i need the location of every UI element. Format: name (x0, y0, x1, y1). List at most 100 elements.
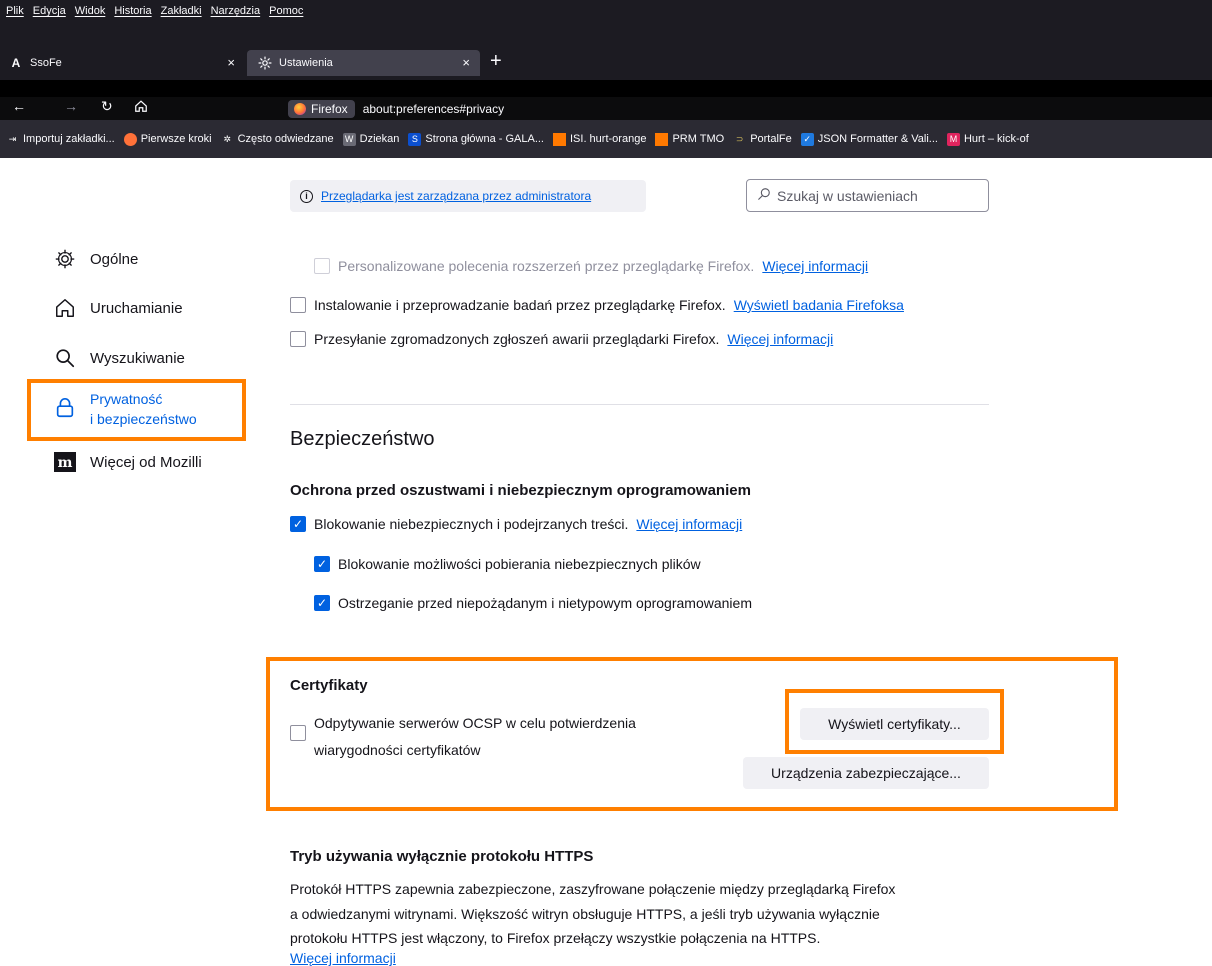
import-icon: ⇥ (8, 133, 17, 144)
bookmark-prm-tmo[interactable]: PRM TMO (655, 132, 725, 146)
gala-icon: S (408, 132, 422, 146)
identity-label: Firefox (311, 102, 348, 116)
tab-title: SsoFe (30, 57, 62, 69)
studies-label: Instalowanie i przeprowadzanie badań prz… (314, 297, 726, 313)
search-settings-box[interactable] (746, 179, 989, 212)
checkbox-row-warn-unwanted: ✓ Ostrzeganie przed niepożądanym i niety… (314, 595, 752, 611)
redacted-strip (0, 80, 1212, 97)
url-text: about:preferences#privacy (362, 102, 505, 116)
bookmark-label: PortalFe (750, 133, 792, 145)
personalized-extensions-label: Personalizowane polecenia rozszerzeń prz… (338, 258, 755, 274)
close-icon[interactable]: × (227, 55, 235, 70)
bookmark-label: Pierwsze kroki (140, 133, 212, 145)
crash-reports-link[interactable]: Więcej informacji (727, 331, 833, 347)
tab-ustawienia[interactable]: Ustawienia × (247, 50, 480, 76)
sidebar-item-search[interactable]: Wyszukiwanie (54, 347, 185, 369)
check-icon: ✓ (800, 132, 814, 146)
tab-bar: A SsoFe × Ustawienia × (0, 44, 1212, 80)
bookmark-label: Dziekan (359, 133, 400, 145)
bookmark-label: JSON Formatter & Vali... (817, 133, 938, 145)
portal-icon: ⊃ (735, 133, 744, 144)
https-description-line3: protokołu HTTPS jest włączony, to Firefo… (290, 930, 821, 946)
managed-policy-link[interactable]: Przeglądarka jest zarządzana przez admin… (321, 189, 591, 203)
new-tab-button[interactable]: + (490, 49, 502, 73)
sidebar-item-label: Uruchamianie (90, 299, 183, 317)
bookmark-label: Strona główna - GALA... (425, 133, 544, 145)
menu-narzedzia[interactable]: Narzędzia (211, 5, 261, 17)
ocsp-checkbox[interactable] (290, 725, 306, 741)
checkbox-row-personalized-extensions: Personalizowane polecenia rozszerzeń prz… (314, 258, 868, 274)
menu-pomoc[interactable]: Pomoc (269, 5, 303, 17)
crash-reports-checkbox[interactable] (290, 331, 306, 347)
block-dangerous-checkbox[interactable]: ✓ (290, 516, 306, 532)
orange-icon (655, 132, 669, 146)
menu-widok[interactable]: Widok (75, 5, 106, 17)
forward-arrow-icon[interactable]: → (64, 98, 78, 114)
back-arrow-icon[interactable]: ← (12, 98, 26, 114)
bookmark-czesto-odwiedzane[interactable]: ✲ Często odwiedzane (221, 133, 334, 146)
sidebar-item-more-from-mozilla[interactable]: m Więcej od Mozilli (54, 451, 202, 473)
home-icon[interactable] (134, 99, 148, 116)
bookmark-label: ISI. hurt-orange (570, 133, 647, 145)
search-input[interactable] (777, 187, 977, 204)
bookmark-import[interactable]: ⇥ Importuj zakładki... (6, 133, 115, 146)
bookmark-dziekan[interactable]: W Dziekan (342, 132, 400, 146)
personalized-extensions-link[interactable]: Więcej informacji (762, 258, 868, 274)
tab-ssofe[interactable]: A SsoFe × (0, 50, 245, 76)
block-downloads-checkbox[interactable]: ✓ (314, 556, 330, 572)
sidebar-item-label: Wyszukiwanie (90, 349, 185, 367)
bookmark-portalfe[interactable]: ⊃ PortalFe (733, 133, 792, 146)
studies-checkbox[interactable] (290, 297, 306, 313)
studies-link[interactable]: Wyświetl badania Firefoksa (734, 297, 904, 313)
tab-title: Ustawienia (279, 57, 333, 69)
block-dangerous-link[interactable]: Więcej informacji (636, 516, 742, 532)
identity-box[interactable]: Firefox (288, 100, 355, 118)
sidebar-item-general[interactable]: Ogólne (54, 248, 138, 270)
menu-historia[interactable]: Historia (114, 5, 151, 17)
close-icon[interactable]: × (462, 55, 470, 70)
block-dangerous-label: Blokowanie niebezpiecznych i podejrzanyc… (314, 516, 629, 532)
https-only-description: Protokół HTTPS zapewnia zabezpieczone, z… (290, 877, 990, 951)
svg-text:m: m (58, 455, 73, 471)
checkbox-row-studies: Instalowanie i przeprowadzanie badań prz… (290, 297, 904, 313)
section-divider (290, 404, 989, 405)
bookmark-pierwsze-kroki[interactable]: Pierwsze kroki (123, 132, 212, 146)
managed-policy-banner: i Przeglądarka jest zarządzana przez adm… (290, 180, 646, 212)
bookmark-gala[interactable]: S Strona główna - GALA... (408, 132, 544, 146)
gear-icon (54, 248, 76, 270)
highlight-box-view-certificates (785, 689, 1004, 754)
personalized-extensions-checkbox[interactable] (314, 258, 330, 274)
app-a-icon: A (11, 56, 21, 70)
menu-edycja[interactable]: Edycja (33, 5, 66, 17)
home-icon (54, 297, 76, 319)
dziekan-icon: W (342, 132, 356, 146)
security-devices-button[interactable]: Urządzenia zabezpieczające... (743, 757, 989, 789)
bookmark-json-formatter[interactable]: ✓ JSON Formatter & Vali... (800, 132, 938, 146)
search-icon (757, 187, 771, 204)
bookmark-label: Importuj zakładki... (23, 133, 115, 145)
warn-unwanted-checkbox[interactable]: ✓ (314, 595, 330, 611)
security-devices-label: Urządzenia zabezpieczające... (771, 765, 961, 781)
checkbox-row-block-dangerous: ✓ Blokowanie niebezpiecznych i podejrzan… (290, 516, 742, 532)
bookmark-isi-hurt-orange[interactable]: ISI. hurt-orange (553, 132, 647, 146)
reload-icon[interactable]: ↻ (101, 98, 113, 115)
bookmark-hurt-kick-of[interactable]: M Hurt – kick-of (946, 132, 1029, 146)
bookmark-label: PRM TMO (672, 133, 725, 145)
menu-plik[interactable]: Plik (6, 5, 24, 17)
bookmarks-toolbar: ⇥ Importuj zakładki... Pierwsze kroki ✲ Cz… (0, 120, 1212, 158)
https-description-line1: Protokół HTTPS zapewnia zabezpieczone, z… (290, 881, 896, 897)
warn-unwanted-label: Ostrzeganie przed niepożądanym i nietypo… (338, 595, 752, 611)
orange-icon (553, 132, 566, 146)
highlight-box-privacy (27, 379, 246, 441)
info-icon: i (300, 189, 313, 203)
url-bar[interactable]: Firefox about:preferences#privacy (288, 98, 504, 120)
https-only-heading: Tryb używania wyłącznie protokołu HTTPS (290, 848, 594, 865)
hurt-icon: M (946, 132, 960, 146)
menu-zakladki[interactable]: Zakładki (161, 5, 202, 17)
gear-icon (257, 56, 273, 70)
sidebar-item-startup[interactable]: Uruchamianie (54, 297, 183, 319)
bookmark-label: Często odwiedzane (237, 133, 334, 145)
checkbox-row-crash-reports: Przesyłanie zgromadzonych zgłoszeń awari… (290, 331, 833, 347)
https-only-more-info-link[interactable]: Więcej informacji (290, 950, 396, 966)
firefox-icon (294, 103, 306, 115)
